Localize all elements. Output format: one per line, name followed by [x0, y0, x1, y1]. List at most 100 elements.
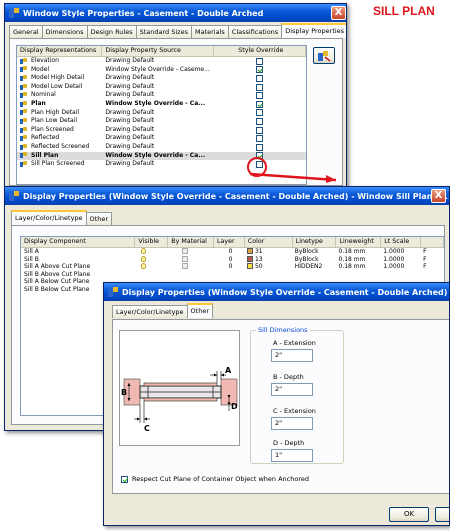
display-properties-icon: [318, 51, 331, 62]
respect-cut-plane-option[interactable]: Respect Cut Plane of Container Object wh…: [121, 475, 309, 483]
column-lineweight[interactable]: Lineweight: [336, 237, 382, 247]
input-c-extension[interactable]: 2": [271, 417, 313, 430]
title-bar[interactable]: Display Properties (Window Style Overrid…: [5, 187, 449, 205]
representation-icon: [20, 66, 27, 73]
tab-materials[interactable]: Materials: [190, 25, 229, 38]
representation-row[interactable]: Reflected Drawing Default: [17, 134, 306, 143]
representation-name-cell: Model: [17, 66, 102, 75]
title-bar[interactable]: Display Properties (Window Style Overrid…: [104, 283, 449, 301]
tab-classifications[interactable]: Classifications: [227, 25, 283, 38]
column-display-property-source[interactable]: Display Property Source: [102, 46, 214, 56]
representation-name: Nominal: [31, 91, 56, 99]
representation-row[interactable]: Plan Low Detail Drawing Default: [17, 117, 306, 126]
color-value: [245, 271, 293, 279]
bulb-icon[interactable]: [141, 248, 147, 254]
respect-cut-plane-checkbox[interactable]: [121, 475, 128, 483]
other-panel: A B C D Sill Dimensions A - Extension 2"…: [112, 319, 449, 494]
edit-display-properties-button[interactable]: [313, 47, 335, 64]
representation-row[interactable]: Plan Window Style Override - Ca...: [17, 100, 306, 109]
style-override-checkbox[interactable]: [256, 92, 264, 100]
representation-row[interactable]: Model Window Style Override - Caseme...: [17, 66, 306, 75]
representation-row[interactable]: Model Low Detail Drawing Default: [17, 83, 306, 92]
style-override-checkbox[interactable]: [256, 135, 264, 143]
close-button[interactable]: X: [431, 189, 446, 203]
style-override-cell: [214, 109, 306, 118]
representation-row[interactable]: Sill Plan Screened Drawing Default: [17, 160, 306, 169]
column-linetype[interactable]: Linetype: [293, 237, 337, 247]
style-override-checkbox[interactable]: [256, 57, 264, 65]
tab-display-properties[interactable]: Display Properties: [281, 23, 346, 38]
style-override-cell: [214, 117, 306, 126]
lineweight-value: [337, 271, 382, 279]
cancel-button[interactable]: [435, 507, 449, 522]
style-override-checkbox[interactable]: [256, 83, 264, 91]
tab-other[interactable]: Other: [85, 212, 113, 225]
dim-label-d: D: [231, 402, 238, 411]
bulb-icon[interactable]: [141, 255, 147, 262]
style-override-checkbox[interactable]: [256, 109, 264, 117]
representation-row[interactable]: Reflected Screened Drawing Default: [17, 143, 306, 152]
tab-layer-color-linetype[interactable]: Layer/Color/Linetype: [112, 305, 188, 318]
column-layer[interactable]: Layer: [214, 237, 245, 247]
style-override-checkbox[interactable]: [256, 100, 264, 108]
representation-name: Model Low Detail: [31, 82, 83, 90]
style-override-checkbox[interactable]: [256, 66, 264, 74]
lt-scale-value: 1.0000: [383, 255, 405, 263]
style-override-checkbox[interactable]: [256, 152, 264, 160]
display-property-source: Drawing Default: [105, 134, 155, 142]
lineweight-value: 0.18 mm: [338, 248, 366, 255]
input-b-depth[interactable]: 2": [271, 383, 313, 396]
title-bar[interactable]: Window Style Properties - Casement - Dou…: [5, 4, 346, 22]
by-material-checkbox[interactable]: [182, 248, 189, 254]
tab-dimensions[interactable]: Dimensions: [41, 25, 88, 38]
style-override-checkbox[interactable]: [256, 160, 264, 168]
tab-strip: General Dimensions Design Rules Standard…: [9, 23, 346, 38]
column-lt-scale[interactable]: Lt Scale: [381, 237, 422, 247]
representation-name-cell: Model High Detail: [17, 74, 102, 83]
input-a-extension[interactable]: 2": [271, 349, 313, 362]
close-button[interactable]: X: [331, 6, 346, 20]
display-property-source: Drawing Default: [105, 142, 155, 150]
column-by-material[interactable]: By Material: [168, 237, 215, 247]
tab-other[interactable]: Other: [186, 303, 214, 318]
representation-row[interactable]: Plan Screened Drawing Default: [17, 126, 306, 135]
representation-row[interactable]: Sill Plan Window Style Override - Ca...: [17, 151, 306, 161]
component-row[interactable]: Sill B Above Cut Plane: [21, 271, 444, 279]
style-override-checkbox[interactable]: [256, 126, 264, 134]
column-style-override[interactable]: Style Override: [214, 46, 306, 56]
representation-row[interactable]: Nominal Drawing Default: [17, 91, 306, 100]
display-representations-list[interactable]: Display Representations Display Property…: [16, 45, 307, 185]
by-material-checkbox[interactable]: [182, 255, 189, 262]
ok-button[interactable]: OK: [389, 507, 429, 522]
sill-plan-illustration: A B C D: [121, 366, 238, 433]
column-plot-style[interactable]: [421, 237, 444, 247]
tab-design-rules[interactable]: Design Rules: [86, 25, 137, 38]
representation-name-cell: Sill Plan: [17, 152, 102, 161]
style-override-cell: [214, 74, 306, 83]
tab-layer-color-linetype[interactable]: Layer/Color/Linetype: [11, 210, 87, 225]
column-visible[interactable]: Visible: [135, 237, 169, 247]
column-color[interactable]: Color: [245, 237, 293, 247]
by-material-checkbox[interactable]: [182, 263, 189, 270]
component-row[interactable]: Sill B 0 13 ByBlock 0.18 mm 1.0000 F: [21, 255, 444, 264]
component-row[interactable]: Sill A Above Cut Plane 0 50 HIDDEN2 0.18 mm 1…: [21, 263, 444, 271]
bulb-icon[interactable]: [141, 263, 147, 270]
input-d-depth[interactable]: 1": [271, 449, 313, 462]
component-name: Sill B: [24, 255, 39, 263]
column-display-component[interactable]: Display Component: [21, 237, 136, 247]
style-override-checkbox[interactable]: [256, 143, 264, 151]
tab-standard-sizes[interactable]: Standard Sizes: [135, 25, 192, 38]
app-icon: [107, 286, 119, 298]
visible-cell: [135, 248, 168, 256]
group-title: Sill Dimensions: [256, 326, 310, 334]
component-row[interactable]: Sill A 0 31 ByBlock 0.18 mm 1.0000 F: [21, 248, 444, 256]
style-override-checkbox[interactable]: [256, 117, 264, 125]
representation-row[interactable]: Plan High Detail Drawing Default: [17, 109, 306, 118]
representation-row[interactable]: Model High Detail Drawing Default: [17, 74, 306, 83]
representation-row[interactable]: Elevation Drawing Default: [17, 57, 306, 66]
display-property-source: Drawing Default: [105, 91, 155, 99]
style-override-checkbox[interactable]: [256, 74, 264, 82]
column-display-representations[interactable]: Display Representations: [17, 46, 103, 56]
tab-general[interactable]: General: [9, 25, 43, 38]
representation-name-cell: Reflected Screened: [17, 143, 102, 152]
